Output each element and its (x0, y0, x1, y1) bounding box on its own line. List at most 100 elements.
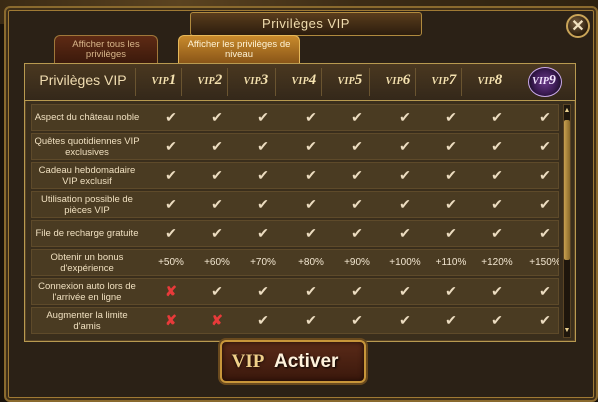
table-cell: ✔ (474, 308, 520, 333)
check-icon: ✔ (539, 225, 551, 241)
check-icon: ✔ (305, 196, 317, 212)
table-cell: +120% (474, 250, 520, 275)
table-cell: ✔ (382, 163, 428, 188)
table-cell: ✔ (428, 134, 474, 159)
check-icon: ✔ (539, 167, 551, 183)
vip-level-number: 2 (214, 72, 223, 88)
check-icon: ✔ (165, 225, 177, 241)
table-cell: +100% (382, 250, 428, 275)
check-icon: ✔ (351, 312, 363, 328)
check-icon: ✔ (445, 283, 457, 299)
check-icon: ✔ (257, 196, 269, 212)
close-button[interactable]: ✕ (566, 14, 590, 38)
bonus-value: +120% (481, 257, 513, 268)
table-cell: ✔ (148, 163, 194, 188)
check-icon: ✔ (257, 225, 269, 241)
check-icon: ✔ (211, 109, 223, 125)
check-icon: ✔ (211, 138, 223, 154)
table-cell: ✔ (474, 279, 520, 304)
table-cell: ✔ (522, 221, 559, 246)
privilege-label: Cadeau hebdomadaire VIP exclusif (38, 164, 136, 187)
check-icon: ✔ (257, 312, 269, 328)
check-icon: ✔ (399, 225, 411, 241)
vip9-badge: VIP9 (521, 66, 567, 98)
table-cell: ✔ (428, 163, 474, 188)
check-icon: ✔ (445, 138, 457, 154)
table-header: Privilèges VIP VIP1 VIP2 VIP3 VIP4 VIP5 VIP6 V… (25, 64, 575, 101)
vip-level-number: 8 (494, 72, 503, 88)
check-icon: ✔ (539, 312, 551, 328)
vip-level-number: 1 (168, 72, 177, 88)
table-cell: ✔ (240, 221, 286, 246)
cross-icon: ✘ (211, 312, 223, 328)
table-cell: ✔ (474, 192, 520, 217)
check-icon: ✔ (539, 138, 551, 154)
check-icon: ✔ (399, 196, 411, 212)
check-icon: ✔ (305, 138, 317, 154)
check-icon: ✔ (491, 225, 503, 241)
table-cell: ✔ (428, 192, 474, 217)
table-cell: ✔ (334, 192, 380, 217)
check-icon: ✔ (305, 225, 317, 241)
table-cell: ✔ (382, 105, 428, 130)
check-icon: ✔ (165, 138, 177, 154)
table-row: Connexion auto lors de l'arrivée en lign… (31, 278, 559, 305)
table-cell: ✔ (522, 192, 559, 217)
vip-level-prefix: VIP (243, 76, 261, 87)
table-cell: ✔ (428, 279, 474, 304)
check-icon: ✔ (399, 167, 411, 183)
bonus-value: +50% (158, 257, 184, 268)
table-cell: ✔ (288, 308, 334, 333)
table-row: Aspect du château noble ✔ ✔ ✔ ✔ ✔ ✔ ✔ ✔ ✔ (31, 104, 559, 131)
check-icon: ✔ (445, 196, 457, 212)
header-divider (275, 68, 276, 96)
check-icon: ✔ (399, 312, 411, 328)
check-icon: ✔ (351, 167, 363, 183)
table-cell: ✔ (474, 105, 520, 130)
tab-all-privileges[interactable]: Afficher tous les privilèges (54, 35, 158, 63)
table-cell: ✔ (522, 163, 559, 188)
table-cell: +80% (288, 250, 334, 275)
check-icon: ✔ (399, 138, 411, 154)
table-cell: ✔ (194, 163, 240, 188)
cross-icon: ✘ (165, 283, 177, 299)
vip-level-number: 6 (402, 72, 411, 88)
check-icon: ✔ (351, 109, 363, 125)
check-icon: ✔ (539, 283, 551, 299)
table-cell: ✔ (288, 105, 334, 130)
vip-level-header: VIP5 (327, 72, 373, 89)
table-cell: ✔ (148, 134, 194, 159)
activate-label: Activer (274, 351, 339, 372)
table-cell: ✔ (522, 105, 559, 130)
scroll-up-icon[interactable]: ▲ (563, 106, 571, 116)
table-cell: ✔ (240, 308, 286, 333)
table-cell: ✔ (334, 163, 380, 188)
check-icon: ✔ (539, 196, 551, 212)
table-cell: +110% (428, 250, 474, 275)
table-body: Aspect du château noble ✔ ✔ ✔ ✔ ✔ ✔ ✔ ✔ ✔ Quêtes q… (31, 104, 559, 338)
vip-level-header: VIP8 (467, 72, 513, 89)
privilege-label: Utilisation possible de pièces VIP (41, 193, 133, 216)
table-cell: ✔ (194, 279, 240, 304)
check-icon: ✔ (257, 167, 269, 183)
table-cell: ✔ (288, 221, 334, 246)
scroll-down-icon[interactable]: ▼ (563, 326, 571, 336)
check-icon: ✔ (351, 225, 363, 241)
activate-button[interactable]: VIP Activer (220, 340, 366, 383)
table-cell: ✔ (522, 279, 559, 304)
header-divider (321, 68, 322, 96)
vip-badge-icon: VIP (231, 351, 265, 372)
privilege-label: Quêtes quotidiennes VIP exclusives (34, 135, 140, 158)
check-icon: ✔ (399, 283, 411, 299)
check-icon: ✔ (539, 109, 551, 125)
table-cell: ✔ (474, 134, 520, 159)
privilege-label: Connexion auto lors de l'arrivée en lign… (38, 280, 136, 303)
table-cell: ✘ (148, 279, 194, 304)
scrollbar-thumb[interactable] (564, 120, 570, 260)
check-icon: ✔ (399, 109, 411, 125)
vip9-prefix: VIP (532, 76, 549, 87)
table-cell: ✔ (194, 105, 240, 130)
tab-level-privileges[interactable]: Afficher les privilèges de niveau (178, 35, 300, 63)
table-cell: ✔ (240, 163, 286, 188)
check-icon: ✔ (165, 109, 177, 125)
